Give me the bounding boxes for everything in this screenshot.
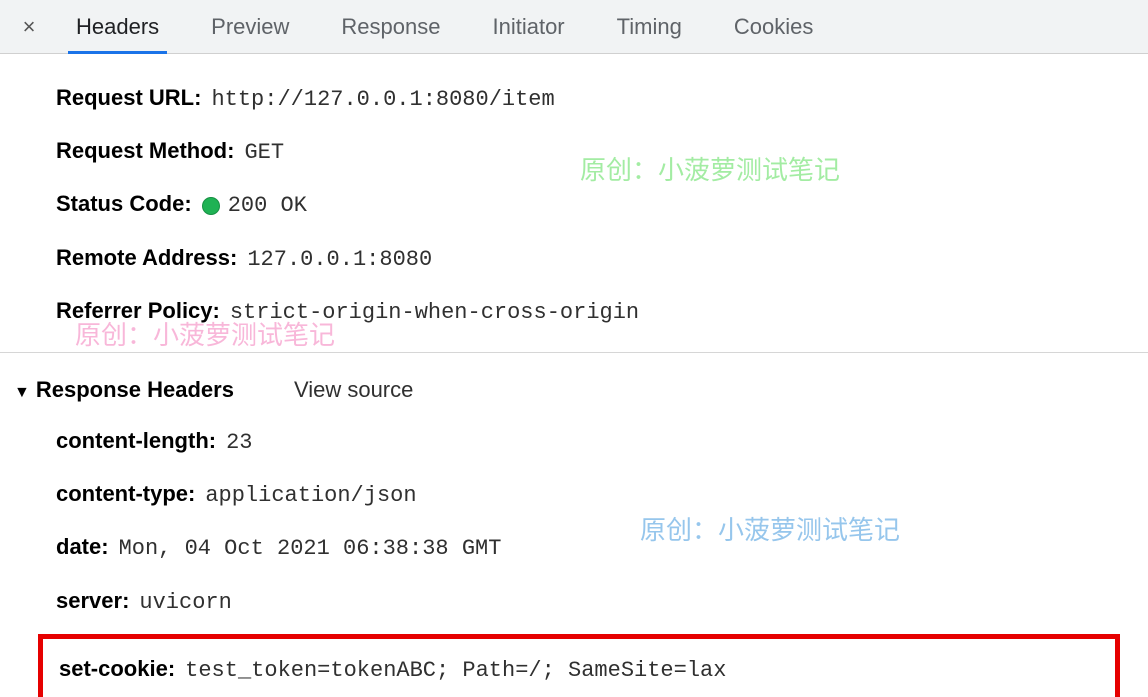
tab-preview[interactable]: Preview	[185, 0, 315, 54]
referrer-policy-label: Referrer Policy:	[56, 293, 220, 328]
content-type-row: content-type: application/json	[0, 468, 1148, 521]
tab-timing[interactable]: Timing	[591, 0, 708, 54]
tab-cookies[interactable]: Cookies	[708, 0, 839, 54]
request-url-value: http://127.0.0.1:8080/item	[211, 82, 554, 117]
view-source-link[interactable]: View source	[294, 377, 413, 403]
status-code-row: Status Code: 200 OK	[0, 178, 1148, 231]
tabbar: × Headers Preview Response Initiator Tim…	[0, 0, 1148, 54]
request-method-value: GET	[244, 135, 284, 170]
status-dot-icon	[202, 197, 220, 215]
remote-address-row: Remote Address: 127.0.0.1:8080	[0, 232, 1148, 285]
request-url-label: Request URL:	[56, 80, 201, 115]
server-label: server:	[56, 583, 129, 618]
close-icon[interactable]: ×	[8, 14, 50, 40]
response-headers-title: Response Headers	[36, 377, 234, 403]
tab-response[interactable]: Response	[315, 0, 466, 54]
date-row: date: Mon, 04 Oct 2021 06:38:38 GMT	[0, 521, 1148, 574]
tab-initiator[interactable]: Initiator	[466, 0, 590, 54]
content-length-label: content-length:	[56, 423, 216, 458]
referrer-policy-value: strict-origin-when-cross-origin	[230, 295, 639, 330]
referrer-policy-row: Referrer Policy: strict-origin-when-cros…	[0, 285, 1148, 338]
set-cookie-label: set-cookie:	[59, 651, 175, 686]
tab-headers[interactable]: Headers	[50, 0, 185, 54]
status-code-value: 200 OK	[202, 188, 307, 223]
status-code-text: 200 OK	[228, 193, 307, 218]
status-code-label: Status Code:	[56, 186, 192, 221]
request-method-row: Request Method: GET	[0, 125, 1148, 178]
set-cookie-row: set-cookie: test_token=tokenABC; Path=/;…	[59, 643, 1099, 696]
date-value: Mon, 04 Oct 2021 06:38:38 GMT	[119, 531, 502, 566]
response-headers-section[interactable]: ▼ Response Headers View source	[0, 352, 1148, 415]
content-length-value: 23	[226, 425, 252, 460]
content-type-value: application/json	[205, 478, 416, 513]
set-cookie-highlight: set-cookie: test_token=tokenABC; Path=/;…	[38, 634, 1120, 697]
collapse-arrow-icon: ▼	[14, 384, 30, 402]
request-method-label: Request Method:	[56, 133, 234, 168]
set-cookie-value: test_token=tokenABC; Path=/; SameSite=la…	[185, 653, 726, 688]
remote-address-value: 127.0.0.1:8080	[247, 242, 432, 277]
server-row: server: uvicorn	[0, 575, 1148, 628]
content-type-label: content-type:	[56, 476, 195, 511]
remote-address-label: Remote Address:	[56, 240, 237, 275]
request-url-row: Request URL: http://127.0.0.1:8080/item	[0, 72, 1148, 125]
server-value: uvicorn	[139, 585, 231, 620]
content-length-row: content-length: 23	[0, 415, 1148, 468]
date-label: date:	[56, 529, 109, 564]
headers-content: Request URL: http://127.0.0.1:8080/item …	[0, 54, 1148, 697]
